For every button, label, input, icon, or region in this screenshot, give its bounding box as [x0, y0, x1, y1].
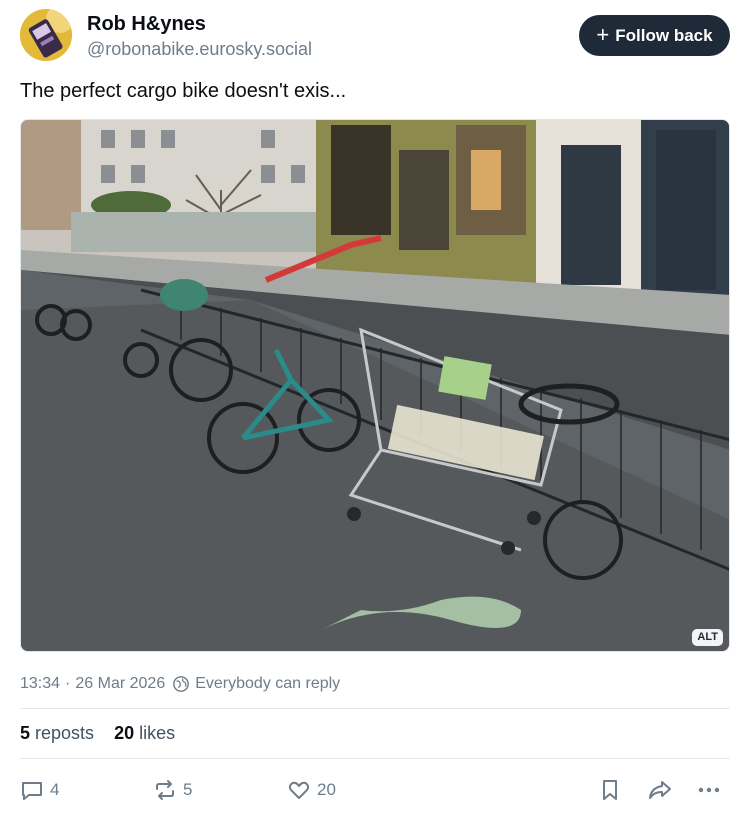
reply-count: 4: [50, 780, 60, 799]
more-options-button[interactable]: [696, 775, 722, 805]
divider: [20, 708, 730, 709]
bookmark-icon: [603, 780, 617, 800]
post-text: The perfect cargo bike doesn't exis...: [20, 80, 347, 102]
repost-icon: [156, 780, 174, 800]
author-display-name[interactable]: Rob H&ynes: [87, 12, 206, 36]
likes-label: likes: [139, 723, 176, 743]
reply-button[interactable]: 4: [20, 775, 59, 805]
reply-setting: Everybody can reply: [195, 675, 341, 692]
bookmark-button[interactable]: [598, 775, 622, 805]
repost-count: 5: [183, 780, 193, 799]
avatar[interactable]: [20, 9, 72, 61]
reposts-count: 5: [20, 723, 31, 743]
author-handle[interactable]: @robonabike.eurosky.social: [87, 38, 312, 60]
post-card: Rob H&ynes @robonabike.eurosky.social + …: [0, 0, 750, 823]
repost-button[interactable]: 5: [153, 775, 192, 805]
meta-separator: ·: [65, 675, 71, 692]
globe-icon: [173, 676, 190, 692]
engagement-stats: 5 reposts 20 likes: [20, 722, 175, 744]
alt-text-badge[interactable]: ALT: [692, 629, 723, 646]
heart-icon: [288, 781, 310, 799]
likes-stat[interactable]: 20 likes: [114, 722, 175, 744]
post-meta: 13:34 · 26 Mar 2026 Everybody can reply: [20, 674, 340, 694]
share-button[interactable]: [647, 775, 673, 805]
more-icon: [698, 787, 720, 793]
like-count: 20: [317, 780, 336, 799]
follow-back-button[interactable]: + Follow back: [579, 15, 730, 56]
divider: [20, 758, 730, 759]
post-time[interactable]: 13:34: [20, 674, 60, 694]
likes-count: 20: [114, 723, 135, 743]
like-button[interactable]: 20: [287, 775, 336, 805]
post-date[interactable]: 26 Mar 2026: [75, 674, 165, 694]
plus-icon: +: [596, 21, 610, 47]
follow-button-label: Follow back: [615, 25, 713, 45]
post-image[interactable]: ALT: [20, 119, 730, 652]
reposts-label: reposts: [35, 723, 95, 743]
share-icon: [649, 781, 671, 799]
action-bar: 4 5 20: [0, 775, 750, 805]
reposts-stat[interactable]: 5 reposts: [20, 722, 94, 744]
reply-icon: [22, 782, 42, 800]
